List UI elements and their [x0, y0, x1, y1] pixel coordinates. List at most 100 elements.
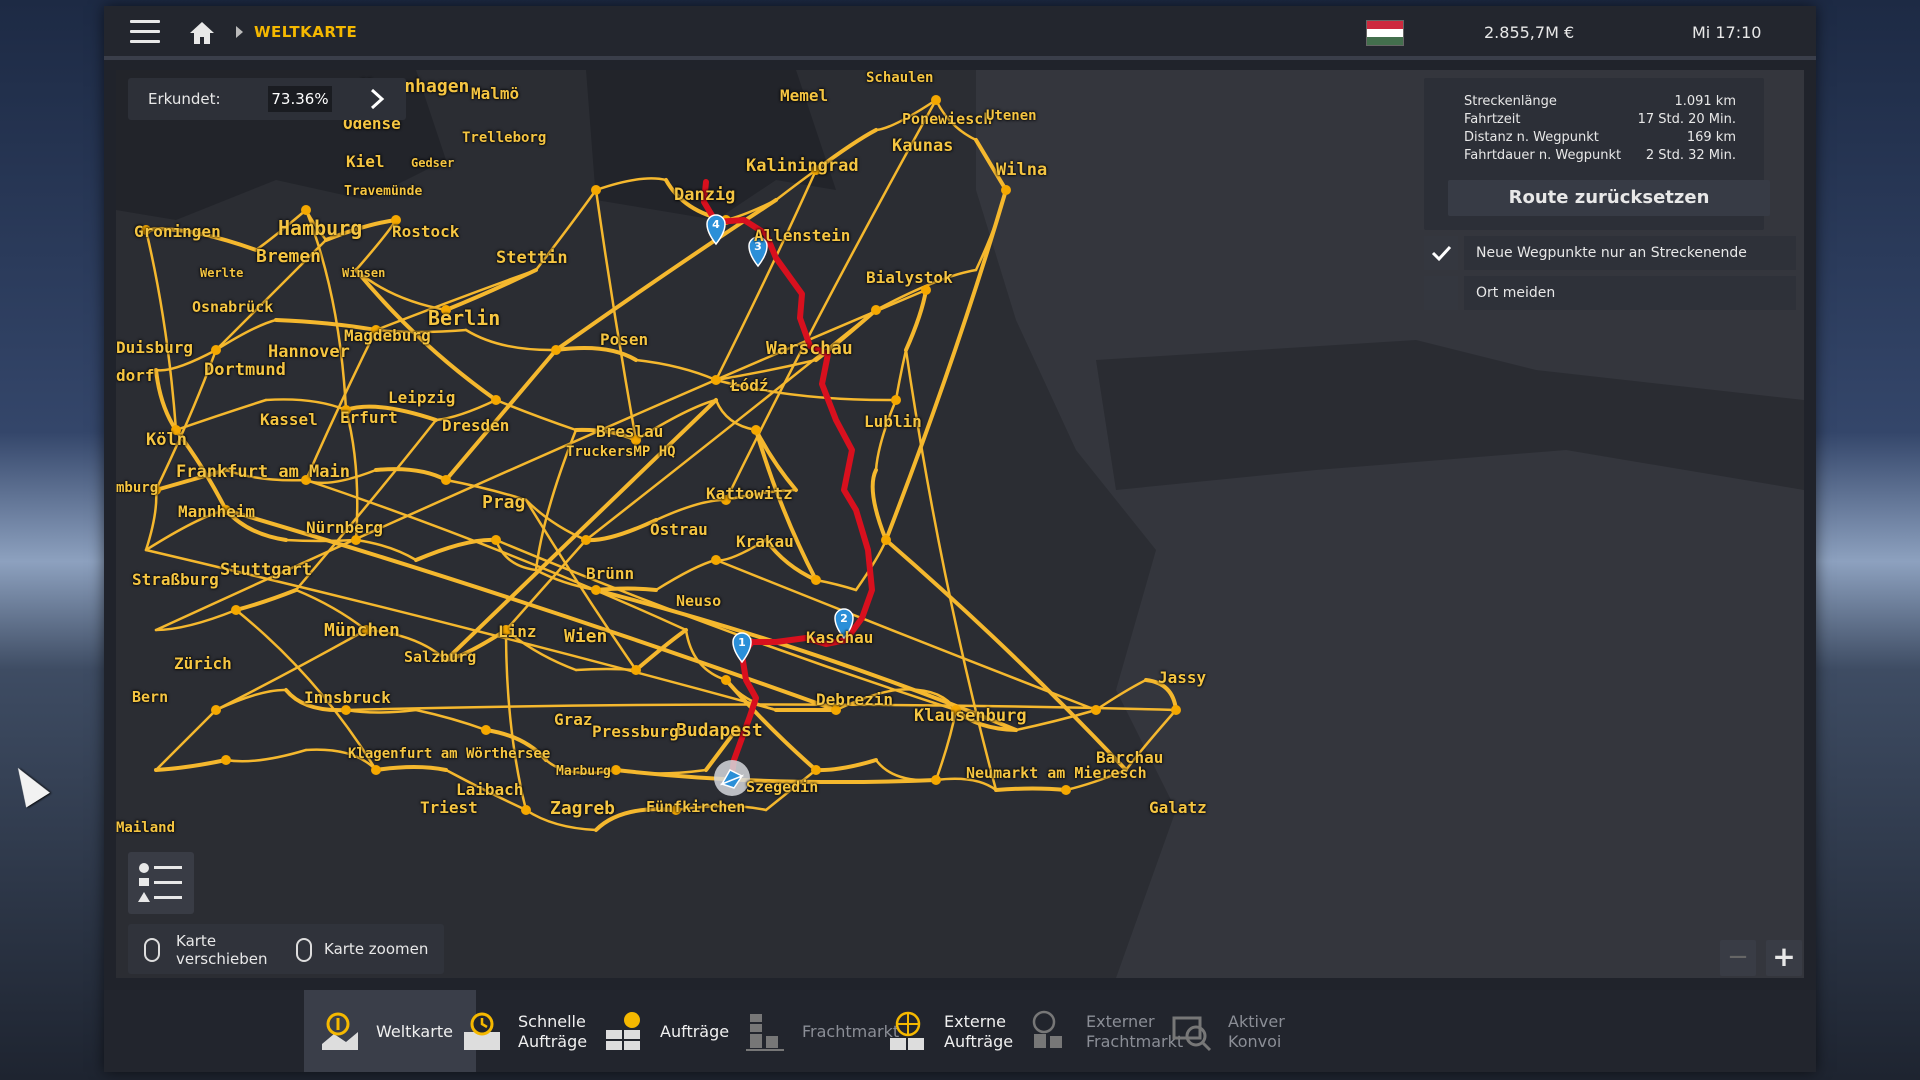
city-dot: [591, 585, 601, 595]
city-label: Kiel: [346, 152, 385, 171]
reset-route-button[interactable]: Route zurücksetzen: [1448, 180, 1770, 216]
city-dot: [811, 575, 821, 585]
waypoint-distance-label: Distanz n. Wegpunkt: [1464, 130, 1599, 145]
external-jobs-icon: [890, 1011, 924, 1050]
legend-list-icon: [138, 863, 182, 902]
city-label: Debrezin: [816, 690, 894, 709]
city-dot: [1061, 785, 1071, 795]
city-dot: [721, 675, 731, 685]
waypoint-2-label: 2: [840, 612, 848, 625]
zoom-out-label: −: [1727, 942, 1749, 972]
city-dot: [301, 205, 311, 215]
city-label: Graz: [554, 710, 593, 729]
city-dot: [931, 95, 941, 105]
avoid-place-checkbox[interactable]: [1424, 276, 1458, 310]
flag-stripe-red: [1367, 21, 1403, 29]
avoid-place-label: Ort meiden: [1464, 276, 1796, 310]
city-label: Erfurt: [340, 408, 398, 427]
city-dot: [751, 425, 761, 435]
city-label: Szegedin: [746, 778, 819, 796]
city-label: Galatz: [1149, 798, 1207, 817]
explored-label: Erkundet:: [148, 90, 221, 108]
home-icon[interactable]: [188, 20, 216, 46]
city-label: Malmö: [471, 84, 520, 103]
hint-zoom-map: Karte zoomen: [324, 940, 429, 958]
city-label: Kaliningrad: [746, 156, 859, 176]
city-dot: [881, 535, 891, 545]
checkmark-icon: [1431, 245, 1452, 262]
city-label: Schaulen: [866, 70, 934, 86]
city-label: Leipzig: [388, 388, 456, 407]
breadcrumb[interactable]: WELTKARTE: [254, 23, 357, 41]
city-dot: [491, 395, 501, 405]
city-label: Innsbruck: [304, 688, 391, 707]
city-dot: [491, 535, 501, 545]
city-dot: [211, 705, 221, 715]
option-avoid-place[interactable]: Ort meiden: [1424, 276, 1796, 310]
city-dot: [481, 725, 491, 735]
city-label: Laibach: [456, 780, 524, 799]
city-dot: [441, 475, 451, 485]
menu-icon[interactable]: [130, 20, 160, 44]
city-dot: [231, 605, 241, 615]
city-label: Utenen: [986, 108, 1037, 124]
tab-label: Aktiver Konvoi: [1228, 1012, 1285, 1051]
city-label: Klagenfurt am Wörthersee: [348, 746, 551, 762]
city-label: Pressburg: [592, 722, 679, 741]
waypoint-distance-value: 169 km: [1686, 130, 1736, 145]
city-label: Dortmund: [204, 360, 286, 380]
zoom-in-button[interactable]: +: [1766, 940, 1802, 976]
bottom-navigation: Weltkarte Schnelle Aufträge Aufträge Fracht…: [104, 990, 1816, 1072]
city-label: Dresden: [442, 416, 510, 435]
city-label: Brünn: [586, 564, 635, 583]
world-map-icon: [322, 1012, 358, 1050]
city-label: Mannheim: [178, 502, 256, 521]
zoom-out-button[interactable]: −: [1720, 940, 1756, 976]
city-label: Berlin: [428, 306, 501, 330]
hungary-flag-icon: [1366, 20, 1404, 46]
city-label: Linz: [498, 622, 537, 641]
city-label: mburg: [116, 480, 159, 496]
city-dot: [1171, 705, 1181, 715]
city-label: Ponewiesch: [902, 110, 993, 128]
tab-label: Externe Aufträge: [944, 1012, 1014, 1051]
city-label: Kattowitz: [706, 484, 793, 503]
option-waypoints-at-end[interactable]: Neue Wegpunkte nur an Streckenende setze…: [1424, 236, 1796, 295]
city-label: Neumarkt am Mieresch: [966, 764, 1147, 782]
city-label: Wilna: [996, 160, 1048, 180]
city-label: Marburg: [556, 764, 611, 779]
jobs-icon: [606, 1012, 640, 1050]
city-label: TruckersMP HQ: [566, 444, 676, 460]
quick-jobs-icon: [464, 1012, 500, 1050]
city-label: Hamburg: [278, 216, 363, 240]
city-label: Winsen: [342, 266, 386, 280]
explored-value: 73.36%: [268, 86, 332, 112]
city-label: Stettin: [496, 248, 568, 268]
city-label: Klausenburg: [914, 706, 1027, 726]
flag-stripe-green: [1367, 37, 1403, 45]
route-length-value: 1.091 km: [1674, 94, 1736, 109]
flag-stripe-white: [1367, 29, 1403, 37]
city-label: dorf: [116, 366, 155, 385]
city-dot: [581, 535, 591, 545]
waypoint-1-label: 1: [738, 636, 746, 649]
waypoints-at-end-checkbox[interactable]: [1424, 236, 1458, 270]
mouse-cursor: [6, 760, 50, 808]
chevron-right-icon[interactable]: [366, 88, 388, 110]
tab-convoy[interactable]: Aktiver Konvoi: [1156, 990, 1328, 1072]
city-label: Neuso: [676, 592, 722, 610]
city-label: Budapest: [676, 720, 763, 741]
city-label: Trelleborg: [462, 130, 547, 146]
city-label: Osnabrück: [192, 298, 274, 316]
player-position-icon: [714, 760, 750, 796]
city-label: Kassel: [260, 410, 318, 429]
city-dot: [1091, 705, 1101, 715]
city-dot: [611, 765, 621, 775]
world-map-window: WELTKARTE 2.855,7M € Mi 17:10 1 2 3 4 Ko…: [104, 6, 1816, 1072]
city-dot: [811, 765, 821, 775]
convoy-icon: [1172, 1016, 1212, 1052]
map-legend-button[interactable]: [128, 852, 194, 914]
waypoint-4-label: 4: [712, 218, 720, 231]
city-label: Prag: [482, 492, 526, 513]
explored-panel: Erkundet: 73.36%: [128, 78, 406, 120]
